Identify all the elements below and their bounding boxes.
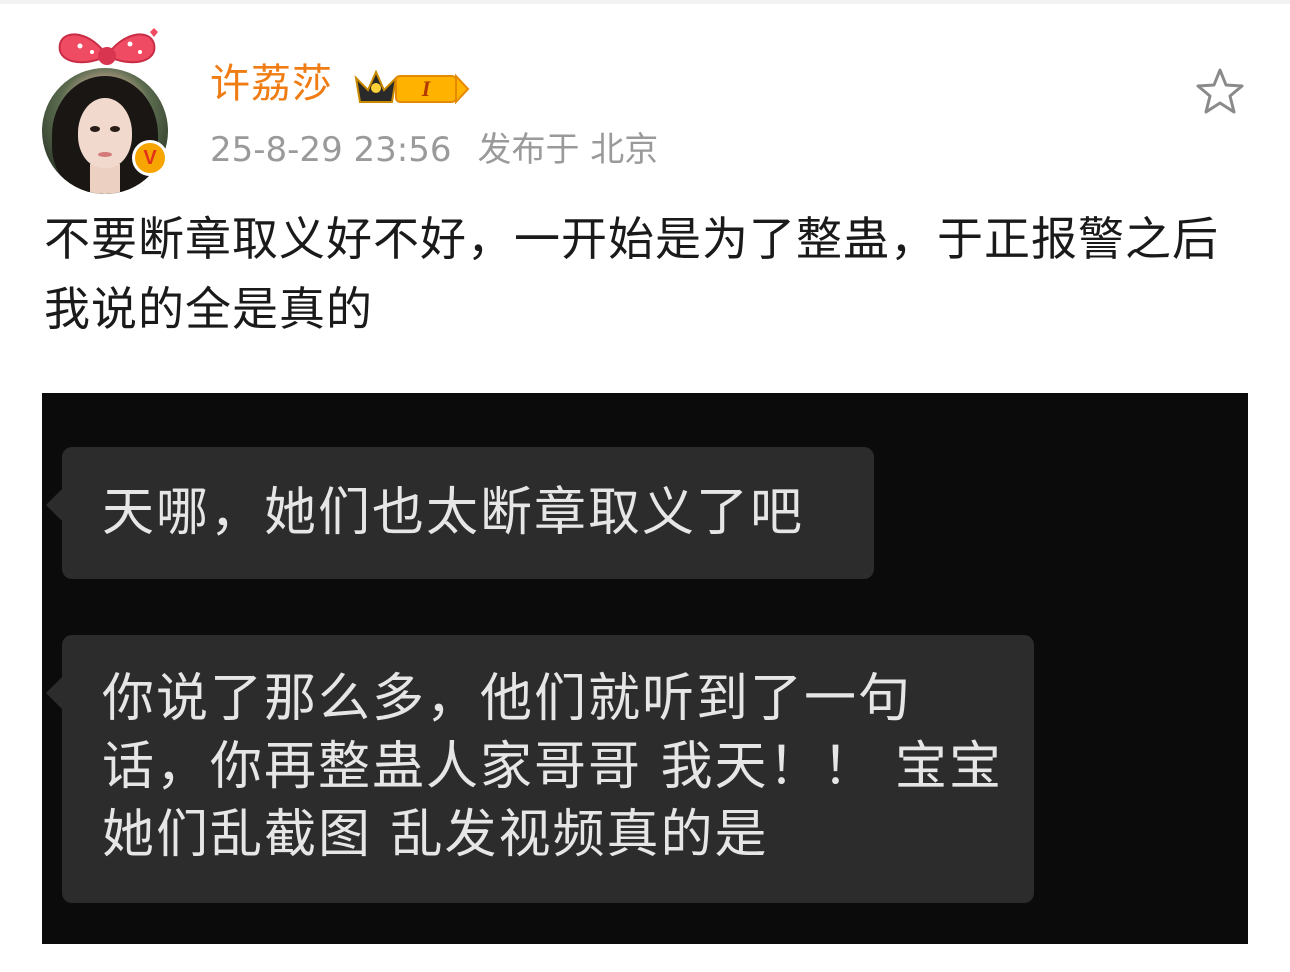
author-name[interactable]: 许荔莎 [210,58,333,110]
star-outline-icon[interactable] [1192,64,1248,120]
post-location: 发布于 北京 [477,130,659,170]
level-badge-label: I [421,76,432,101]
chat-message-text: 你说了那么多，他们就听到了一句话，你再整蛊人家哥哥 我天！！ 宝宝她们乱截图 乱… [102,669,1004,865]
chat-message-bubble: 天哪，她们也太断章取义了吧 [46,447,874,579]
chat-message-bubble: 你说了那么多，他们就听到了一句话，你再整蛊人家哥哥 我天！！ 宝宝她们乱截图 乱… [46,635,1034,903]
chat-screenshot-image[interactable]: 天哪，她们也太断章取义了吧 你说了那么多，他们就听到了一句话，你再整蛊人家哥哥 … [42,393,1248,944]
bow-decoration-icon [58,28,158,65]
verified-badge-icon: V [132,140,168,176]
post-body-text: 不要断章取义好不好，一开始是为了整蛊，于正报警之后我说的全是真的 [44,212,1219,336]
crown-icon[interactable]: I [354,62,472,108]
author-avatar[interactable]: V [40,22,180,194]
top-divider [0,0,1290,4]
post-meta: 25-8-29 23:56 发布于 北京 [210,128,658,172]
chat-message-text: 天哪，她们也太断章取义了吧 [102,483,805,543]
post-time: 25-8-29 23:56 [210,130,452,170]
